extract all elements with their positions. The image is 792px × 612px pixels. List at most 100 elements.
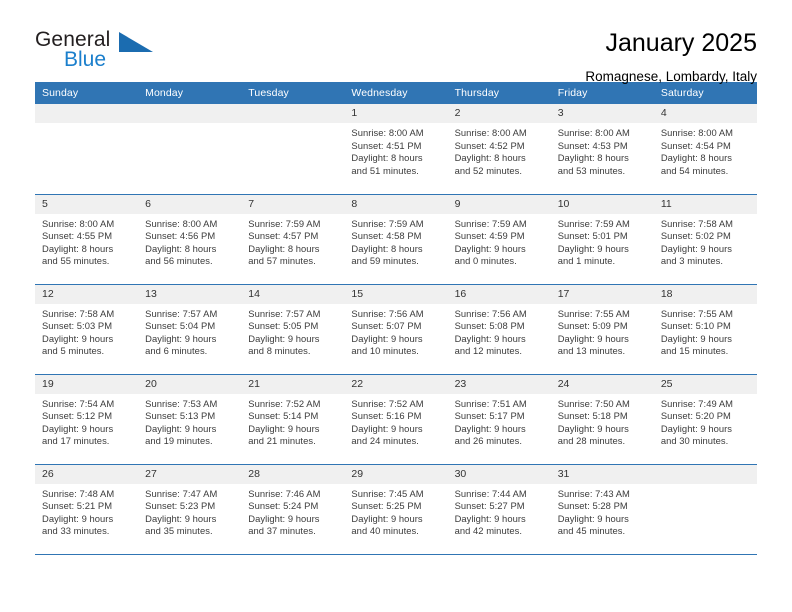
calendar-day-cell[interactable]: 2 Sunrise: 8:00 AM Sunset: 4:52 PM Daylight… xyxy=(447,104,551,194)
day-details: Sunrise: 7:44 AM Sunset: 5:27 PM Daylight:… xyxy=(448,484,551,538)
calendar-day-cell[interactable]: 28 Sunrise: 7:46 AM Sunset: 5:24 PM Dayligh… xyxy=(241,464,345,554)
daylight-line2-text: and 28 minutes. xyxy=(557,435,626,447)
calendar-day-cell[interactable]: 23 Sunrise: 7:51 AM Sunset: 5:17 PM Dayligh… xyxy=(447,374,551,464)
calendar-day-cell[interactable]: 16 Sunrise: 7:56 AM Sunset: 5:08 PM Dayligh… xyxy=(447,284,551,374)
daylight-line2-text: and 52 minutes. xyxy=(454,164,523,176)
sunset-text: Sunset: 4:57 PM xyxy=(248,230,319,242)
calendar-day-cell[interactable]: 5 Sunrise: 8:00 AM Sunset: 4:55 PM Daylight… xyxy=(35,194,139,284)
day-number xyxy=(241,104,345,123)
day-number: 26 xyxy=(35,464,139,484)
weekday-header-tuesday: Tuesday xyxy=(241,82,345,104)
calendar-day-cell[interactable]: 12 Sunrise: 7:58 AM Sunset: 5:03 PM Dayligh… xyxy=(35,284,139,374)
calendar-day-cell[interactable]: 19 Sunrise: 7:54 AM Sunset: 5:12 PM Dayligh… xyxy=(35,374,139,464)
sunset-text: Sunset: 5:24 PM xyxy=(248,500,319,512)
daylight-line2-text: and 19 minutes. xyxy=(145,435,213,447)
daylight-line2-text: and 53 minutes. xyxy=(557,164,626,176)
daylight-line1-text: Daylight: 8 hours xyxy=(351,152,423,164)
calendar-day-cell[interactable]: 17 Sunrise: 7:55 AM Sunset: 5:09 PM Dayligh… xyxy=(550,284,654,374)
daylight-line1-text: Daylight: 9 hours xyxy=(42,332,114,344)
sunset-text: Sunset: 4:52 PM xyxy=(454,139,525,151)
calendar-day-cell[interactable]: 9 Sunrise: 7:59 AM Sunset: 4:59 PM Daylight… xyxy=(447,194,551,284)
calendar-day-cell[interactable]: 6 Sunrise: 8:00 AM Sunset: 4:56 PM Daylight… xyxy=(138,194,242,284)
day-number: 1 xyxy=(344,104,448,123)
calendar-day-cell[interactable]: 29 Sunrise: 7:45 AM Sunset: 5:25 PM Dayligh… xyxy=(344,464,448,554)
daylight-line2-text: and 24 minutes. xyxy=(351,435,419,447)
general-blue-logo[interactable]: General Blue xyxy=(35,28,160,76)
calendar-day-cell[interactable]: 8 Sunrise: 7:59 AM Sunset: 4:58 PM Daylight… xyxy=(344,194,448,284)
calendar-day-cell[interactable]: 26 Sunrise: 7:48 AM Sunset: 5:21 PM Dayligh… xyxy=(35,464,139,554)
calendar-day-cell[interactable]: 14 Sunrise: 7:57 AM Sunset: 5:05 PM Dayligh… xyxy=(241,284,345,374)
calendar-day-cell[interactable]: 30 Sunrise: 7:44 AM Sunset: 5:27 PM Dayligh… xyxy=(447,464,551,554)
daylight-line1-text: Daylight: 8 hours xyxy=(454,152,526,164)
calendar-page: General Blue January 2025 Romagnese, Lom… xyxy=(0,0,792,612)
day-number: 27 xyxy=(138,464,242,484)
daylight-line1-text: Daylight: 9 hours xyxy=(660,422,733,434)
calendar-day-cell[interactable]: 4 Sunrise: 8:00 AM Sunset: 4:54 PM Daylight… xyxy=(653,104,757,194)
daylight-line1-text: Daylight: 9 hours xyxy=(454,242,526,254)
daylight-line1-text: Daylight: 9 hours xyxy=(145,512,217,524)
daylight-line1-text: Daylight: 8 hours xyxy=(248,242,320,254)
sunset-text: Sunset: 5:03 PM xyxy=(42,320,113,332)
daylight-line2-text: and 8 minutes. xyxy=(248,345,311,357)
calendar-cell-empty xyxy=(138,104,242,194)
sunrise-text: Sunrise: 7:46 AM xyxy=(248,487,321,499)
sunset-text: Sunset: 5:10 PM xyxy=(660,320,731,332)
daylight-line1-text: Daylight: 9 hours xyxy=(248,332,320,344)
weekday-header-thursday: Thursday xyxy=(447,82,551,104)
sunrise-text: Sunrise: 8:00 AM xyxy=(42,217,115,229)
calendar-day-cell[interactable]: 24 Sunrise: 7:50 AM Sunset: 5:18 PM Dayligh… xyxy=(550,374,654,464)
day-details: Sunrise: 7:57 AM Sunset: 5:05 PM Daylight:… xyxy=(241,304,344,358)
daylight-line2-text: and 45 minutes. xyxy=(557,525,626,537)
calendar-table: Sunday Monday Tuesday Wednesday Thursday… xyxy=(35,82,757,555)
calendar-day-cell[interactable]: 25 Sunrise: 7:49 AM Sunset: 5:20 PM Dayligh… xyxy=(653,374,757,464)
calendar-week-row: 12 Sunrise: 7:58 AM Sunset: 5:03 PM Dayligh… xyxy=(35,284,757,374)
sunrise-text: Sunrise: 7:50 AM xyxy=(557,397,630,409)
day-details: Sunrise: 7:46 AM Sunset: 5:24 PM Daylight:… xyxy=(241,484,344,538)
sunset-text: Sunset: 5:04 PM xyxy=(145,320,216,332)
sunrise-text: Sunrise: 7:56 AM xyxy=(351,307,424,319)
calendar-day-cell[interactable]: 15 Sunrise: 7:56 AM Sunset: 5:07 PM Dayligh… xyxy=(344,284,448,374)
daylight-line1-text: Daylight: 9 hours xyxy=(454,332,526,344)
day-details: Sunrise: 7:59 AM Sunset: 4:59 PM Daylight:… xyxy=(448,214,551,268)
day-number: 17 xyxy=(550,284,654,304)
sunset-text: Sunset: 5:14 PM xyxy=(248,410,319,422)
triangle-icon xyxy=(119,32,153,52)
calendar-day-cell[interactable]: 11 Sunrise: 7:58 AM Sunset: 5:02 PM Dayligh… xyxy=(653,194,757,284)
day-number: 18 xyxy=(653,284,757,304)
daylight-line1-text: Daylight: 9 hours xyxy=(557,242,629,254)
calendar-day-cell[interactable]: 31 Sunrise: 7:43 AM Sunset: 5:28 PM Dayligh… xyxy=(550,464,654,554)
page-title: January 2025 xyxy=(605,29,757,57)
calendar-day-cell[interactable]: 20 Sunrise: 7:53 AM Sunset: 5:13 PM Dayligh… xyxy=(138,374,242,464)
day-details: Sunrise: 8:00 AM Sunset: 4:54 PM Daylight:… xyxy=(654,123,757,177)
calendar-day-cell[interactable]: 21 Sunrise: 7:52 AM Sunset: 5:14 PM Dayligh… xyxy=(241,374,345,464)
daylight-line1-text: Daylight: 9 hours xyxy=(351,512,423,524)
calendar-day-cell[interactable]: 10 Sunrise: 7:59 AM Sunset: 5:01 PM Dayligh… xyxy=(550,194,654,284)
calendar-day-cell[interactable]: 1 Sunrise: 8:00 AM Sunset: 4:51 PM Daylight… xyxy=(344,104,448,194)
day-details: Sunrise: 7:53 AM Sunset: 5:13 PM Daylight:… xyxy=(138,394,241,448)
sunrise-text: Sunrise: 7:44 AM xyxy=(454,487,527,499)
calendar-day-cell[interactable]: 7 Sunrise: 7:59 AM Sunset: 4:57 PM Daylight… xyxy=(241,194,345,284)
page-subtitle: Romagnese, Lombardy, Italy xyxy=(585,69,757,84)
calendar-week-row: 1 Sunrise: 8:00 AM Sunset: 4:51 PM Daylight… xyxy=(35,104,757,194)
daylight-line2-text: and 0 minutes. xyxy=(454,255,517,267)
calendar-day-cell[interactable]: 27 Sunrise: 7:47 AM Sunset: 5:23 PM Dayligh… xyxy=(138,464,242,554)
sunrise-text: Sunrise: 7:59 AM xyxy=(557,217,630,229)
daylight-line1-text: Daylight: 9 hours xyxy=(351,332,423,344)
daylight-line1-text: Daylight: 9 hours xyxy=(557,332,629,344)
sunrise-text: Sunrise: 8:00 AM xyxy=(145,217,218,229)
daylight-line1-text: Daylight: 9 hours xyxy=(557,422,629,434)
day-number: 15 xyxy=(344,284,448,304)
calendar-day-cell[interactable]: 18 Sunrise: 7:55 AM Sunset: 5:10 PM Dayligh… xyxy=(653,284,757,374)
sunset-text: Sunset: 5:02 PM xyxy=(660,230,731,242)
day-details: Sunrise: 7:57 AM Sunset: 5:04 PM Daylight:… xyxy=(138,304,241,358)
day-details: Sunrise: 8:00 AM Sunset: 4:51 PM Daylight:… xyxy=(344,123,447,177)
day-details: Sunrise: 7:58 AM Sunset: 5:02 PM Daylight:… xyxy=(654,214,757,268)
sunrise-text: Sunrise: 7:52 AM xyxy=(248,397,321,409)
calendar-day-cell[interactable]: 13 Sunrise: 7:57 AM Sunset: 5:04 PM Dayligh… xyxy=(138,284,242,374)
calendar-day-cell[interactable]: 3 Sunrise: 8:00 AM Sunset: 4:53 PM Daylight… xyxy=(550,104,654,194)
day-number: 13 xyxy=(138,284,242,304)
day-details: Sunrise: 8:00 AM Sunset: 4:56 PM Daylight:… xyxy=(138,214,241,268)
daylight-line1-text: Daylight: 8 hours xyxy=(660,152,733,164)
calendar-day-cell[interactable]: 22 Sunrise: 7:52 AM Sunset: 5:16 PM Dayligh… xyxy=(344,374,448,464)
calendar-cell-empty xyxy=(35,104,139,194)
